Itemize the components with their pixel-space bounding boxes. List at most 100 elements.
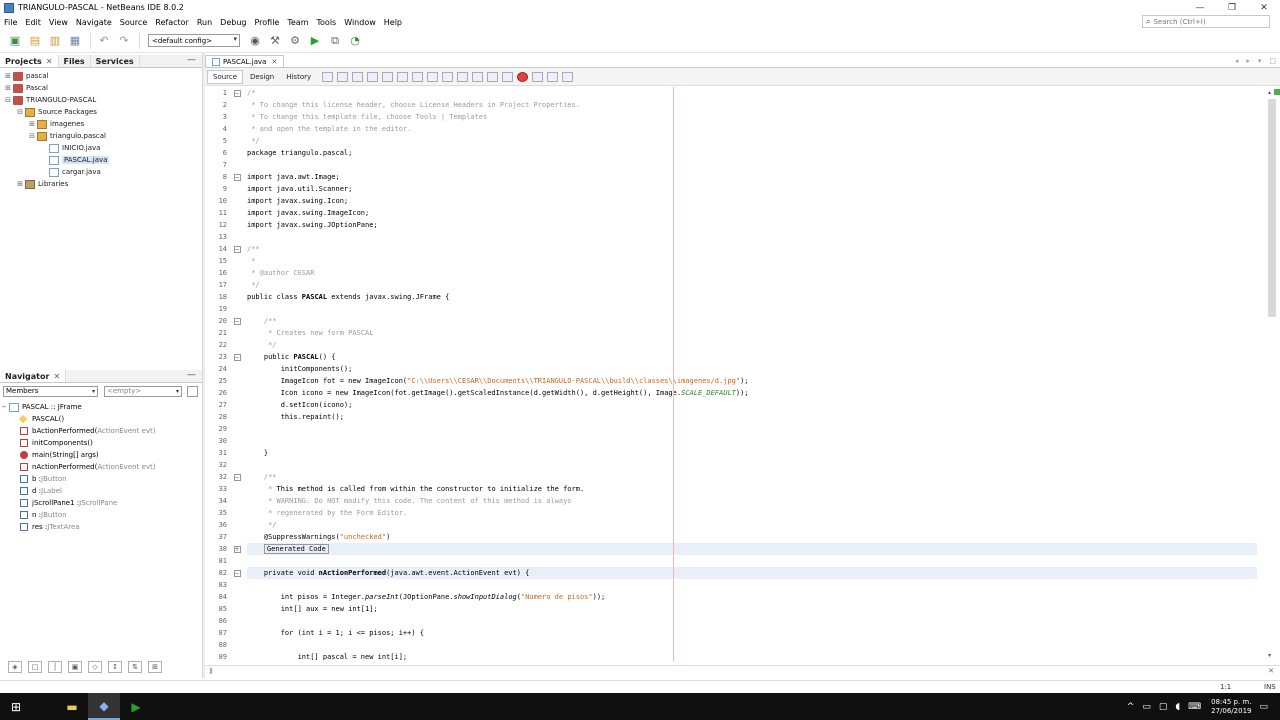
- javadoc-icon[interactable]: ⊞: [148, 661, 162, 673]
- collapse-icon[interactable]: −: [233, 245, 241, 253]
- new-project-icon[interactable]: ▣: [6, 32, 24, 50]
- expand-icon[interactable]: ⊞: [4, 84, 12, 92]
- collapse-icon[interactable]: −: [233, 173, 241, 181]
- code-line[interactable]: * This method is called from within the …: [247, 483, 1257, 495]
- back-icon[interactable]: [337, 71, 349, 82]
- sort-filter-icon[interactable]: ◇: [88, 661, 102, 673]
- run-icon[interactable]: ▶: [306, 32, 324, 50]
- code-line[interactable]: * @author CESAR: [247, 267, 1257, 279]
- save-all-icon[interactable]: ▦: [66, 32, 84, 50]
- history-icon[interactable]: [187, 385, 198, 397]
- menu-source[interactable]: Source: [116, 18, 151, 27]
- code-line[interactable]: [247, 159, 1257, 171]
- close-icon[interactable]: ✕: [46, 57, 53, 66]
- expand-icon[interactable]: ⊞: [4, 72, 12, 80]
- uncomment-icon[interactable]: [562, 71, 574, 82]
- target-icon[interactable]: ◉: [246, 32, 264, 50]
- code-line[interactable]: import javax.swing.ImageIcon;: [247, 207, 1257, 219]
- notifications-icon[interactable]: ▭: [1259, 702, 1268, 712]
- code-line[interactable]: }: [247, 447, 1257, 459]
- shift-right-icon[interactable]: [502, 71, 514, 82]
- code-line[interactable]: int[] pascal = new int[i];: [247, 651, 1257, 661]
- collapse-icon[interactable]: −: [233, 89, 241, 97]
- find-icon[interactable]: [367, 71, 379, 82]
- collapse-icon[interactable]: −: [233, 569, 241, 577]
- code-line[interactable]: int[] aux = new int[1];: [247, 603, 1257, 615]
- nonpublic-filter-icon[interactable]: ▣: [68, 661, 82, 673]
- code-line[interactable]: [247, 555, 1257, 567]
- expand-icon[interactable]: ⊞: [16, 180, 24, 188]
- scroll-left-icon[interactable]: ◂: [1235, 57, 1239, 65]
- network-icon[interactable]: ▭: [1142, 702, 1151, 712]
- code-line[interactable]: /**: [247, 315, 1257, 327]
- tree-item[interactable]: ⊞ Libraries: [0, 178, 202, 190]
- fold-marker[interactable]: −: [229, 315, 245, 327]
- close-icon[interactable]: ✕: [1268, 667, 1274, 675]
- code-line[interactable]: import java.util.Scanner;: [247, 183, 1257, 195]
- quick-search[interactable]: ⌕ Search (Ctrl+I): [1142, 15, 1270, 28]
- code-line[interactable]: d.setIcon(icono);: [247, 399, 1257, 411]
- next-bookmark-icon[interactable]: [457, 71, 469, 82]
- fold-marker[interactable]: −: [229, 471, 245, 483]
- tree-item[interactable]: cargar.java: [0, 166, 202, 178]
- minimize-panel-icon[interactable]: —: [187, 370, 196, 380]
- navigator-member[interactable]: d : JLabel: [0, 485, 202, 497]
- code-line[interactable]: for (int i = 1; i <= pisos; i++) {: [247, 627, 1257, 639]
- members-select[interactable]: Members ▾: [3, 385, 98, 397]
- code-line[interactable]: * To change this license header, choose …: [247, 99, 1257, 111]
- menu-debug[interactable]: Debug: [216, 18, 250, 27]
- code-line[interactable]: *: [247, 255, 1257, 267]
- code-line[interactable]: package triangulo.pascal;: [247, 147, 1257, 159]
- tree-item[interactable]: ⊟ triangulo.pascal: [0, 130, 202, 142]
- menu-tools[interactable]: Tools: [313, 18, 341, 27]
- menu-file[interactable]: File: [0, 18, 21, 27]
- code-line[interactable]: */: [247, 339, 1257, 351]
- chevron-up-icon[interactable]: ^: [1127, 702, 1135, 712]
- code-lines[interactable]: /* * To change this license header, choo…: [247, 87, 1257, 661]
- code-line[interactable]: public PASCAL() {: [247, 351, 1257, 363]
- collapse-icon[interactable]: ⊟: [4, 96, 12, 104]
- horizontal-scrollbar[interactable]: ⟫ ✕: [205, 665, 1280, 676]
- tab-navigator[interactable]: Navigator ✕: [0, 370, 67, 382]
- tab-services[interactable]: Services: [91, 55, 140, 67]
- shift-left-icon[interactable]: [487, 71, 499, 82]
- menu-refactor[interactable]: Refactor: [151, 18, 193, 27]
- menu-view[interactable]: View: [45, 18, 72, 27]
- search-input[interactable]: Search (Ctrl+I): [1153, 18, 1205, 26]
- menu-navigate[interactable]: Navigate: [72, 18, 116, 27]
- tree-item[interactable]: ⊞ Pascal: [0, 82, 202, 94]
- menu-edit[interactable]: Edit: [21, 18, 45, 27]
- code-line[interactable]: [247, 231, 1257, 243]
- start-macro-icon[interactable]: [517, 71, 529, 82]
- clean-build-icon[interactable]: ⚙: [286, 32, 304, 50]
- navigator-member[interactable]: res : JTextArea: [0, 521, 202, 533]
- code-line[interactable]: * regenerated by the Form Editor.: [247, 507, 1257, 519]
- fold-marker[interactable]: −: [229, 567, 245, 579]
- tree-item[interactable]: PASCAL.java: [0, 154, 202, 166]
- tab-files[interactable]: Files: [59, 55, 91, 67]
- undo-icon[interactable]: ↶: [95, 32, 113, 50]
- navigator-member[interactable]: initComponents(): [0, 437, 202, 449]
- code-line[interactable]: [247, 423, 1257, 435]
- language-icon[interactable]: ⌨: [1188, 702, 1201, 712]
- minimize-button[interactable]: —: [1184, 0, 1216, 15]
- code-line[interactable]: ImageIcon fot = new ImageIcon("C:\\Users…: [247, 375, 1257, 387]
- code-line[interactable]: */: [247, 519, 1257, 531]
- display-icon[interactable]: ▢: [1159, 702, 1168, 712]
- collapse-icon[interactable]: ⊟: [28, 132, 36, 140]
- code-line[interactable]: [247, 615, 1257, 627]
- tree-item[interactable]: INICIO.java: [0, 142, 202, 154]
- navigator-member[interactable]: nActionPerformed(ActionEvent evt): [0, 461, 202, 473]
- menu-window[interactable]: Window: [340, 18, 380, 27]
- menu-profile[interactable]: Profile: [250, 18, 283, 27]
- tab-list-icon[interactable]: ▾: [1258, 57, 1262, 65]
- navigator-member[interactable]: PASCAL(): [0, 413, 202, 425]
- new-file-icon[interactable]: ▤: [26, 32, 44, 50]
- fold-marker[interactable]: +: [229, 543, 245, 555]
- redo-icon[interactable]: ↷: [115, 32, 133, 50]
- config-select[interactable]: <default config> ▾: [148, 34, 240, 47]
- navigator-member[interactable]: main(String[] args): [0, 449, 202, 461]
- profile-icon[interactable]: ◔: [346, 32, 364, 50]
- open-project-icon[interactable]: ▥: [46, 32, 64, 50]
- collapse-icon[interactable]: −: [233, 473, 241, 481]
